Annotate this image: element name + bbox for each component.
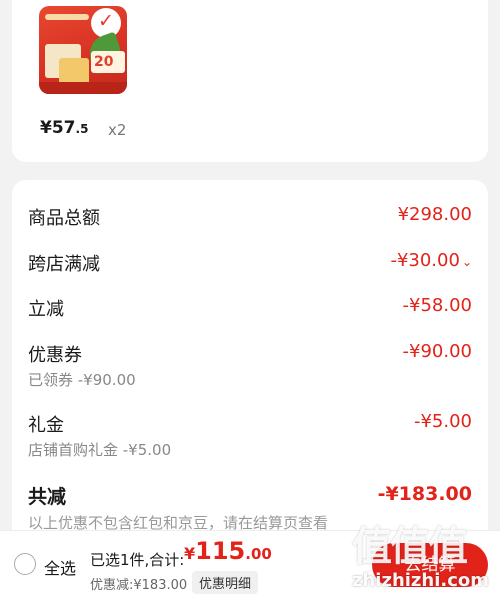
total-currency: ¥	[184, 544, 196, 563]
checkout-bar: 全选 已选1件,合计: ¥115.00 优惠减:¥183.00 优惠明细 去结算	[0, 530, 500, 598]
select-all-label[interactable]: 全选	[44, 555, 76, 579]
summary-value-coupon: -¥90.00	[402, 341, 472, 362]
total-discount-label: 共减	[28, 486, 67, 508]
summary-value-instant-discount: -¥58.00	[402, 295, 472, 316]
product-price: ¥57.5	[40, 118, 88, 138]
total-discount-value: -¥183.00	[377, 483, 472, 505]
checkout-button[interactable]: 去结算	[372, 543, 488, 587]
select-all-checkbox[interactable]	[14, 553, 36, 575]
currency-symbol: ¥	[40, 118, 52, 138]
summary-sub-gift-money: 店铺首购礼金 -¥5.00	[28, 441, 172, 459]
promo-banner	[39, 82, 127, 94]
total-integer: 115	[195, 537, 246, 565]
promo-stripe	[45, 14, 89, 20]
summary-value-subtotal: ¥298.00	[397, 204, 472, 225]
total-decimal: .00	[245, 545, 272, 563]
summary-label-subtotal: 商品总额	[28, 208, 100, 229]
summary-label-cross-store: 跨店满减	[28, 254, 100, 275]
cross-store-amount: -¥30.00	[390, 250, 460, 271]
price-decimal: .5	[75, 122, 89, 136]
chevron-down-icon[interactable]: ⌄	[462, 255, 472, 269]
summary-value-cross-store[interactable]: -¥30.00 ⌄	[390, 250, 472, 271]
product-image[interactable]: 20	[39, 6, 127, 94]
product-quantity: x2	[108, 121, 127, 139]
summary-label-instant-discount: 立减	[28, 299, 64, 320]
summary-label-coupon: 优惠券	[28, 345, 82, 366]
summary-label-gift-money: 礼金	[28, 415, 64, 436]
discount-detail-button[interactable]: 优惠明细	[192, 571, 259, 594]
total-price: ¥115.00	[184, 537, 272, 565]
selected-total-text: 已选1件,合计:	[90, 551, 185, 569]
summary-value-gift-money: -¥5.00	[413, 411, 472, 432]
discount-amount-text: 优惠减:¥183.00	[90, 578, 188, 593]
price-integer: 57	[51, 118, 76, 138]
summary-sub-coupon: 已领券 -¥90.00	[28, 371, 136, 389]
coupon-tag: 20	[91, 51, 125, 73]
